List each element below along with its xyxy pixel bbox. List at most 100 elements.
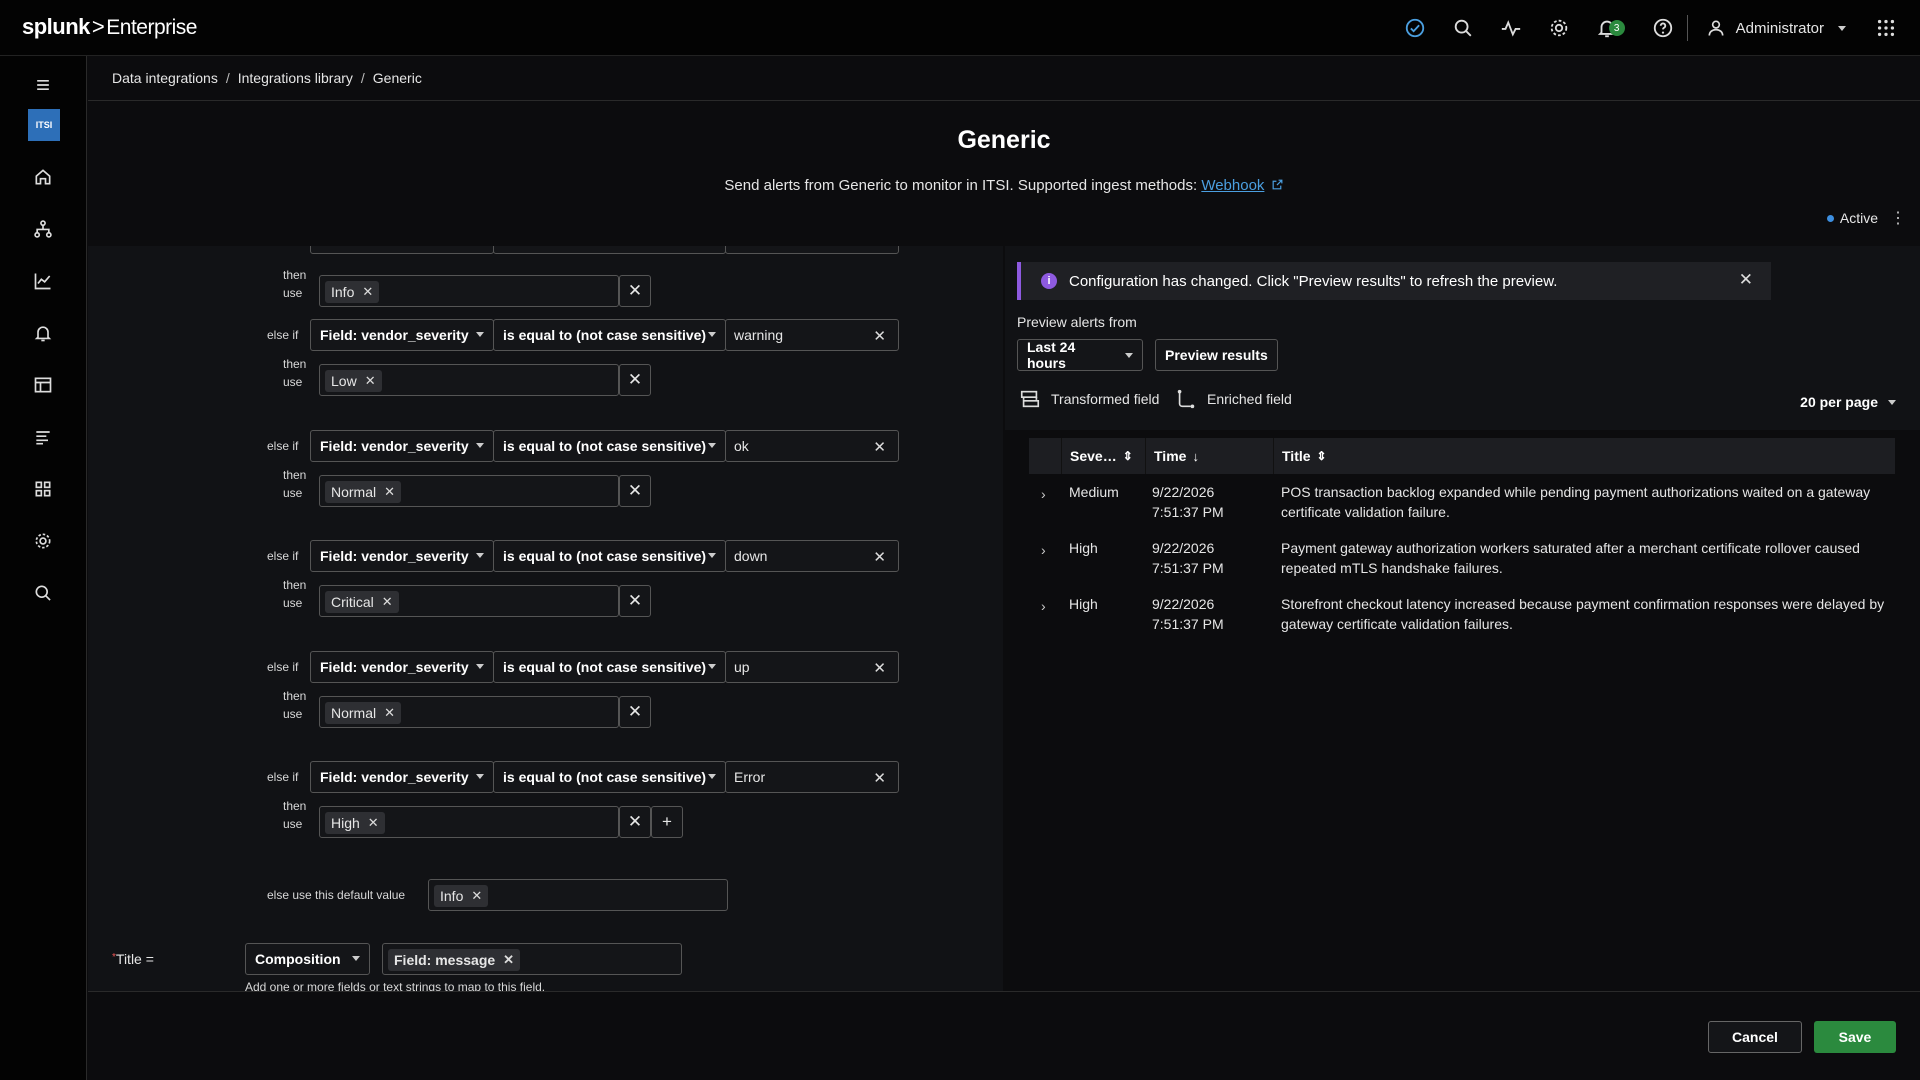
expand-row-icon[interactable]: ›	[1041, 540, 1046, 560]
time-range-dropdown[interactable]: Last 24 hours	[1017, 339, 1143, 371]
column-header-severity[interactable]: Seve… ⇕	[1061, 438, 1145, 474]
preview-results-button[interactable]: Preview results	[1155, 339, 1278, 371]
chevron-down-icon	[708, 332, 716, 337]
health-check-icon[interactable]	[1391, 0, 1439, 56]
field-dropdown[interactable]: Field: vendor_severity	[310, 429, 494, 462]
title-field-label: *Title =	[112, 951, 154, 967]
external-link-icon[interactable]	[1271, 178, 1284, 191]
remove-rule-button[interactable]: ✕	[619, 585, 651, 617]
title-value-input[interactable]: Field: message ✕	[382, 943, 682, 975]
default-value-input[interactable]: Info ✕	[428, 879, 728, 911]
more-options-icon[interactable]: ⋮	[1890, 208, 1906, 228]
search-icon[interactable]	[1439, 0, 1487, 56]
expand-row-icon[interactable]: ›	[1041, 596, 1046, 616]
chart-icon[interactable]	[28, 266, 58, 296]
expand-row-icon[interactable]: ›	[1041, 484, 1046, 504]
remove-rule-button[interactable]: ✕	[619, 364, 651, 396]
close-banner-icon[interactable]: ✕	[1739, 270, 1753, 290]
add-rule-button[interactable]: +	[651, 806, 683, 838]
remove-chip-icon[interactable]: ✕	[382, 594, 393, 610]
time-text: 7:51:37 PM	[1152, 504, 1224, 520]
cancel-button[interactable]: Cancel	[1708, 1021, 1802, 1053]
menu-icon[interactable]	[28, 70, 58, 100]
remove-chip-icon[interactable]: ✕	[368, 815, 379, 831]
close-icon: ✕	[627, 812, 643, 831]
match-value-input[interactable]: down ✕	[725, 540, 899, 572]
clear-input-icon[interactable]: ✕	[873, 438, 886, 456]
webhook-link[interactable]: Webhook	[1201, 177, 1264, 194]
remove-rule-button[interactable]: ✕	[619, 806, 651, 838]
then-value-input[interactable]: High ✕	[319, 806, 619, 838]
logo-brand: splunk	[22, 14, 90, 39]
close-icon: ✕	[627, 480, 643, 500]
value-input-clipped[interactable]	[725, 246, 899, 254]
clear-input-icon[interactable]: ✕	[873, 659, 886, 677]
remove-rule-button[interactable]: ✕	[619, 474, 651, 507]
help-icon[interactable]	[1639, 0, 1687, 56]
clear-input-icon[interactable]: ✕	[873, 327, 886, 345]
match-value-input[interactable]: up ✕	[725, 650, 899, 683]
then-value-input[interactable]: Info ✕	[319, 275, 619, 307]
save-button[interactable]: Save	[1814, 1021, 1896, 1053]
then-value-input[interactable]: Low ✕	[319, 364, 619, 396]
notifications-bell-icon[interactable]: 3	[1583, 0, 1631, 56]
clear-input-icon[interactable]: ✕	[873, 548, 886, 566]
operator-dropdown[interactable]: is equal to (not case sensitive)	[493, 761, 726, 793]
user-menu[interactable]: Administrator	[1686, 15, 1862, 41]
title-mode-dropdown[interactable]: Composition	[245, 943, 370, 975]
status-label: Active	[1839, 210, 1878, 226]
breadcrumb-integrations-library[interactable]: Integrations library	[238, 70, 353, 86]
match-value-input[interactable]: ok ✕	[725, 429, 899, 462]
home-icon[interactable]	[28, 162, 58, 192]
remove-rule-button[interactable]: ✕	[619, 695, 651, 728]
then-value-input[interactable]: Normal ✕	[319, 695, 619, 728]
gear-icon[interactable]	[1535, 0, 1583, 56]
legend-enriched: Enriched field	[1175, 388, 1292, 410]
operator-dropdown[interactable]: is equal to (not case sensitive)	[493, 650, 726, 683]
itsi-app-badge[interactable]: ITSI	[28, 109, 60, 141]
value-chip: Info ✕	[325, 281, 380, 303]
then-value-input[interactable]: Critical ✕	[319, 585, 619, 617]
layout-icon[interactable]	[28, 370, 58, 400]
apps-icon[interactable]	[28, 474, 58, 504]
remove-chip-icon[interactable]: ✕	[384, 705, 395, 721]
match-value-input[interactable]: warning ✕	[725, 319, 899, 351]
itsi-app-label: ITSI	[35, 120, 53, 130]
remove-chip-icon[interactable]: ✕	[384, 484, 395, 500]
then-value-input[interactable]: Normal ✕	[319, 474, 619, 507]
sidebar-search-icon[interactable]	[28, 578, 58, 608]
rule-builder-panel[interactable]: then use Info ✕ ✕ else if Field: vendor_se…	[88, 246, 1003, 991]
clear-input-icon[interactable]: ✕	[873, 769, 886, 787]
remove-chip-icon[interactable]: ✕	[362, 284, 373, 300]
activity-icon[interactable]	[1487, 0, 1535, 56]
apps-grid-icon[interactable]	[1862, 0, 1910, 56]
enriched-field-icon	[1177, 389, 1195, 409]
remove-chip-icon[interactable]: ✕	[365, 373, 376, 389]
per-page-dropdown[interactable]: 20 per page	[1800, 394, 1896, 410]
remove-chip-icon[interactable]: ✕	[503, 952, 514, 968]
sort-icon: ⇕	[1122, 449, 1133, 463]
settings-gear-icon[interactable]	[28, 526, 58, 556]
remove-rule-button[interactable]: ✕	[619, 275, 651, 307]
field-dropdown[interactable]: Field: vendor_severity	[310, 540, 494, 572]
field-dropdown[interactable]: Field: vendor_severity	[310, 319, 494, 351]
field-dropdown-clipped[interactable]	[310, 246, 494, 254]
operator-dropdown[interactable]: is equal to (not case sensitive)	[493, 429, 726, 462]
breadcrumb-data-integrations[interactable]: Data integrations	[112, 70, 218, 86]
else-if-label: else if	[267, 659, 299, 674]
service-tree-icon[interactable]	[28, 214, 58, 244]
column-header-time[interactable]: Time ↓	[1145, 438, 1273, 474]
list-icon[interactable]	[28, 422, 58, 452]
operator-dropdown[interactable]: is equal to (not case sensitive)	[493, 319, 726, 351]
expand-column-header	[1029, 438, 1061, 474]
remove-chip-icon[interactable]: ✕	[471, 888, 482, 904]
breadcrumb: Data integrations / Integrations library…	[112, 70, 422, 86]
field-dropdown[interactable]: Field: vendor_severity	[310, 761, 494, 793]
bell-icon[interactable]	[28, 318, 58, 348]
operator-dropdown[interactable]: is equal to (not case sensitive)	[493, 540, 726, 572]
splunk-logo[interactable]: splunk>Enterprise	[22, 14, 197, 40]
operator-dropdown-clipped[interactable]	[493, 246, 726, 254]
column-header-title[interactable]: Title ⇕	[1273, 438, 1895, 474]
match-value-input[interactable]: Error ✕	[725, 761, 899, 793]
field-dropdown[interactable]: Field: vendor_severity	[310, 650, 494, 683]
